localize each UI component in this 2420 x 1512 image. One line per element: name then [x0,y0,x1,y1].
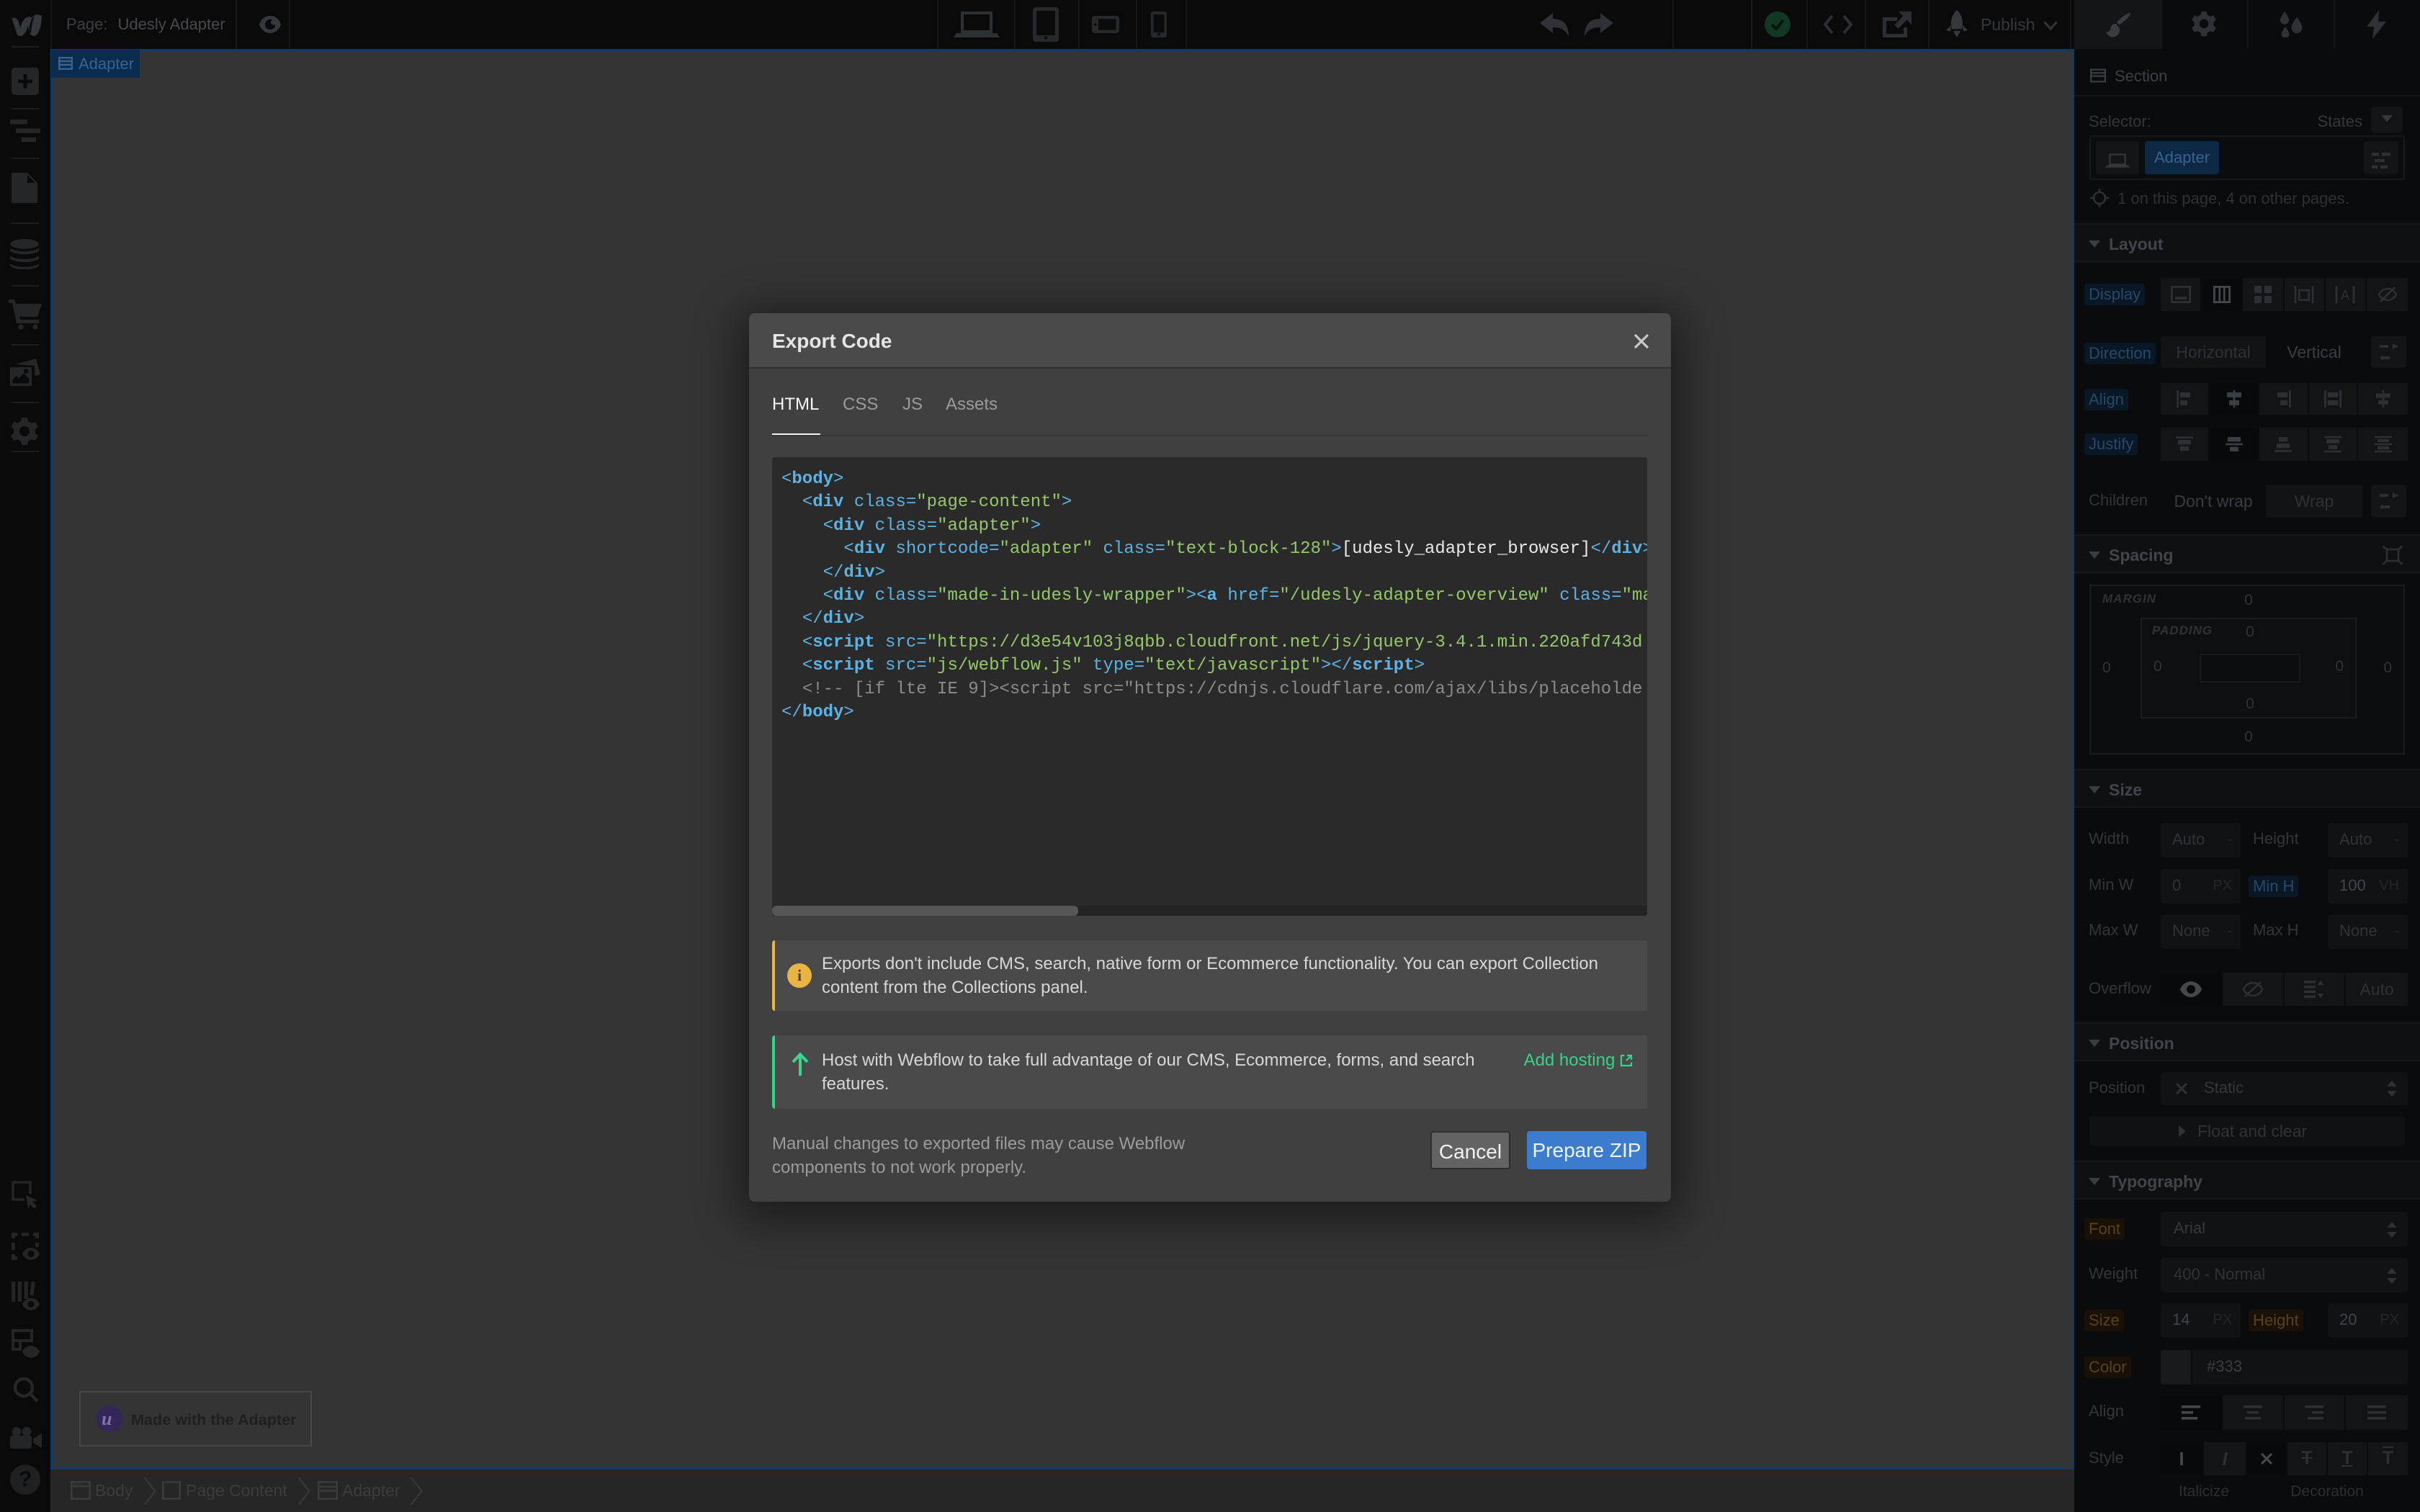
svg-text:A: A [2341,288,2349,302]
